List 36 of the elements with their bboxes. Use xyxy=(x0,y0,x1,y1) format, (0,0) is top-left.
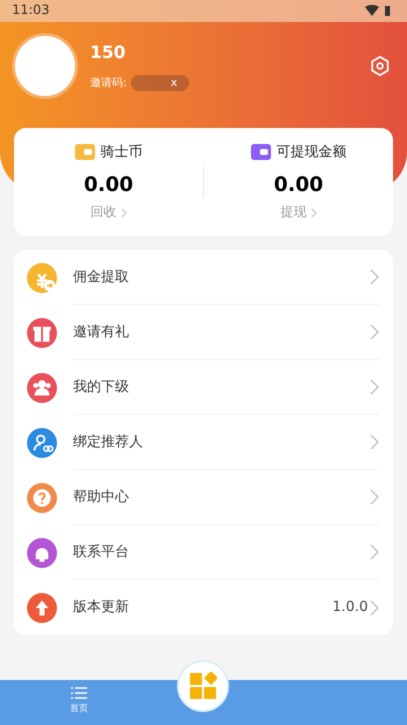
menu-item[interactable]: 绑定推荐人 xyxy=(14,415,393,470)
chevron-icon xyxy=(120,208,126,218)
menu-label: 版本更新 xyxy=(73,598,129,617)
settings-icon[interactable] xyxy=(369,55,391,77)
chevron-icon xyxy=(370,434,379,450)
menu-label: 帮助中心 xyxy=(73,488,129,506)
list-icon xyxy=(71,686,87,700)
chevron-icon xyxy=(370,379,379,395)
version-text: 1.0.0 xyxy=(332,598,368,617)
menu-label: 绑定推荐人 xyxy=(73,432,143,452)
chevron-icon xyxy=(370,269,379,285)
balance-amount: 0.00 xyxy=(274,170,324,198)
menu-item[interactable]: 帮助中心 xyxy=(14,470,393,525)
menu-item[interactable]: 佣金提取 xyxy=(14,250,393,305)
menu-item[interactable]: 联系平台 xyxy=(14,525,393,580)
apps-button[interactable] xyxy=(177,660,229,712)
balance-amount: 0.00 xyxy=(84,170,134,198)
menu-item[interactable]: 版本更新 1.0.0 xyxy=(14,580,393,635)
user-name: 150 xyxy=(90,42,126,65)
menu-item[interactable]: 邀请有礼 xyxy=(14,305,393,360)
status-time: 11:03 xyxy=(12,2,50,20)
menu-label: 我的下级 xyxy=(73,378,129,396)
menu-item[interactable]: 我的下级 xyxy=(14,360,393,415)
chevron-icon xyxy=(310,208,316,218)
chevron-icon xyxy=(370,489,379,505)
balance-label: 骑士币 xyxy=(100,142,142,162)
apps-icon xyxy=(189,672,217,700)
balance-label: 可提现金额 xyxy=(276,142,346,162)
menu-label: 联系平台 xyxy=(73,542,129,562)
chevron-icon xyxy=(370,600,379,616)
invite-label: 邀请码: xyxy=(90,74,127,90)
invite-code: x xyxy=(130,74,190,91)
menu-label: 邀请有礼 xyxy=(73,322,129,342)
menu-label: 佣金提取 xyxy=(73,268,129,286)
chevron-icon xyxy=(370,324,379,340)
chevron-icon xyxy=(370,544,379,560)
